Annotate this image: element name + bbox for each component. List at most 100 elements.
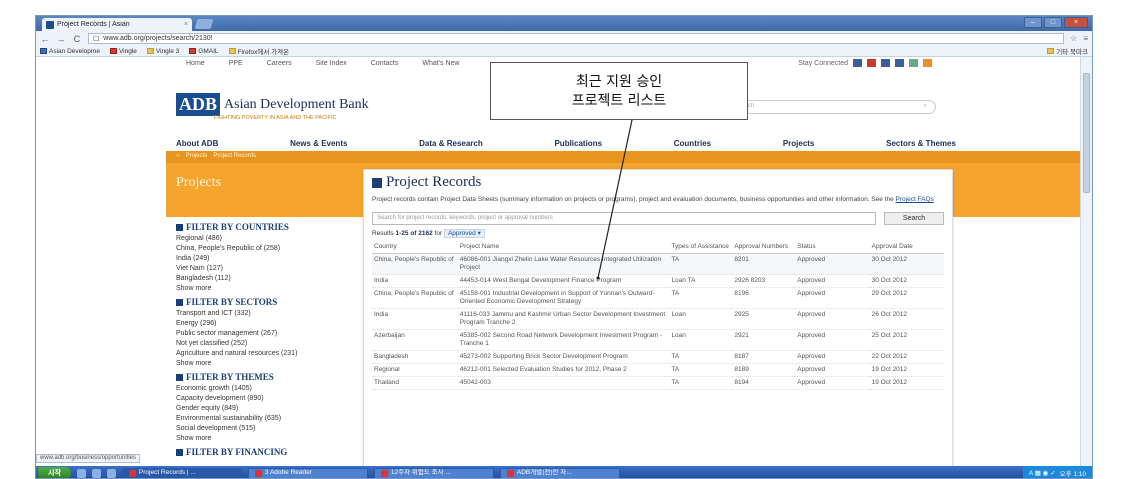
breadcrumb-item[interactable]: Projects bbox=[186, 153, 208, 159]
site-search-input[interactable]: Search ⌕ bbox=[726, 100, 936, 114]
tab-close-icon[interactable]: × bbox=[184, 21, 188, 28]
minimize-icon[interactable]: – bbox=[1024, 17, 1042, 28]
annotation-callout: 최근 지원 승인 프로젝트 리스트 bbox=[490, 62, 748, 120]
nav-countries[interactable]: Countries bbox=[674, 139, 711, 148]
bookmark-item[interactable]: Firefox에서 가져온 bbox=[228, 46, 289, 56]
scrollbar-thumb[interactable] bbox=[1083, 73, 1090, 193]
bookmark-item[interactable]: GMAIL bbox=[189, 48, 219, 55]
browser-tab[interactable]: Project Records | Asian × bbox=[42, 18, 192, 31]
show-more-link[interactable]: Show more bbox=[176, 359, 376, 369]
bookmark-item[interactable]: Asian Developme bbox=[40, 48, 100, 55]
twitter-icon[interactable] bbox=[853, 59, 862, 67]
table-row[interactable]: Azerbaijan 45385-002 Second Road Network… bbox=[372, 329, 944, 351]
project-link[interactable]: 45042-003 bbox=[457, 376, 670, 390]
project-link[interactable]: 45158-001 Industrial Development in Supp… bbox=[457, 287, 670, 309]
tray-icons[interactable]: A ▦ ◉ ✓ bbox=[1029, 469, 1056, 477]
reload-icon[interactable]: C bbox=[72, 34, 82, 44]
col-type[interactable]: Types of Assistance bbox=[669, 241, 733, 254]
project-link[interactable]: 44453-014 West Bengal Development Financ… bbox=[457, 274, 670, 288]
bookmark-item[interactable]: Vingle 3 bbox=[146, 48, 179, 55]
util-link[interactable]: What's New bbox=[422, 60, 459, 67]
nav-news-events[interactable]: News & Events bbox=[290, 139, 347, 148]
nav-data-research[interactable]: Data & Research bbox=[419, 139, 483, 148]
col-country[interactable]: Country bbox=[372, 241, 458, 254]
filter-item[interactable]: Viet Nam (127) bbox=[176, 264, 376, 274]
blog-icon[interactable] bbox=[881, 59, 890, 67]
nav-projects[interactable]: Projects bbox=[783, 139, 815, 148]
quicklaunch-icon[interactable] bbox=[76, 468, 86, 478]
quicklaunch-icon[interactable] bbox=[106, 468, 116, 478]
table-row[interactable]: Bangladesh 45273-002 Supporting Brick Se… bbox=[372, 350, 944, 364]
table-row[interactable]: China, People's Republic of 45158-001 In… bbox=[372, 287, 944, 309]
util-link[interactable]: Site Index bbox=[316, 60, 347, 67]
show-more-link[interactable]: Show more bbox=[176, 434, 376, 444]
home-icon[interactable]: ⌂ bbox=[176, 153, 180, 159]
show-more-link[interactable]: Show more bbox=[176, 284, 376, 294]
filter-item[interactable]: China, People's Republic of (258) bbox=[176, 244, 376, 254]
filter-item[interactable]: Transport and ICT (332) bbox=[176, 309, 376, 319]
col-approval[interactable]: Approval Numbers bbox=[732, 241, 796, 254]
project-faqs-link[interactable]: Project FAQs bbox=[896, 196, 934, 203]
filter-item[interactable]: Social development (515) bbox=[176, 424, 376, 434]
maximize-icon[interactable]: □ bbox=[1044, 17, 1062, 28]
util-link[interactable]: PPE bbox=[229, 60, 243, 67]
start-button[interactable]: 시작 bbox=[38, 467, 71, 478]
rss-icon[interactable] bbox=[923, 59, 932, 67]
records-search-input[interactable]: Search for project records: keywords, pr… bbox=[372, 212, 876, 225]
filter-item[interactable]: Agriculture and natural resources (231) bbox=[176, 349, 376, 359]
project-link[interactable]: 46212-001 Selected Evaluation Studies fo… bbox=[457, 363, 670, 377]
util-link[interactable]: Careers bbox=[267, 60, 292, 67]
back-arrow-icon[interactable]: ← bbox=[40, 34, 50, 44]
search-button[interactable]: Search bbox=[884, 212, 944, 225]
close-window-icon[interactable]: × bbox=[1064, 17, 1088, 28]
col-date[interactable]: Approval Date bbox=[869, 241, 944, 254]
bookmark-item[interactable]: Vingle bbox=[109, 48, 137, 55]
filter-item[interactable]: Regional (486) bbox=[176, 234, 376, 244]
taskbar-item-document[interactable]: 12주차 위험도 조사 ... bbox=[373, 467, 494, 478]
quicklaunch-icon[interactable] bbox=[91, 468, 101, 478]
email-icon[interactable] bbox=[909, 59, 918, 67]
youtube-icon[interactable] bbox=[867, 59, 876, 67]
search-icon[interactable]: ⌕ bbox=[924, 103, 927, 111]
star-icon[interactable]: ☆ bbox=[1070, 34, 1077, 43]
taskbar-item-browser[interactable]: Project Records | ... bbox=[121, 467, 242, 478]
vertical-scrollbar[interactable] bbox=[1080, 57, 1092, 466]
util-link[interactable]: Home bbox=[186, 60, 205, 67]
filter-item[interactable]: Environmental sustainability (635) bbox=[176, 414, 376, 424]
new-tab-button[interactable] bbox=[194, 19, 214, 29]
taskbar-item-reader[interactable]: 3 Adobe Reader bbox=[247, 467, 368, 478]
nav-publications[interactable]: Publications bbox=[554, 139, 602, 148]
filter-item[interactable]: Bangladesh (112) bbox=[176, 274, 376, 284]
adb-logo[interactable]: ADB Asian Development Bank FIGHTING POVE… bbox=[176, 93, 369, 121]
project-link[interactable]: 45273-002 Supporting Brick Sector Develo… bbox=[457, 350, 670, 364]
table-row[interactable]: Thailand 45042-003 TA 8194 Approved 19 O… bbox=[372, 376, 944, 390]
filter-item[interactable]: Economic growth (1405) bbox=[176, 384, 376, 394]
col-project-name[interactable]: Project Name bbox=[457, 241, 670, 254]
url-input[interactable]: ☐ www.adb.org/projects/search/2130! bbox=[88, 33, 1065, 44]
filter-item[interactable]: India (249) bbox=[176, 254, 376, 264]
forward-arrow-icon[interactable]: → bbox=[56, 34, 66, 44]
nav-about-adb[interactable]: About ADB bbox=[176, 139, 218, 148]
table-row[interactable]: China, People's Republic of 46086-001 Ji… bbox=[372, 253, 944, 275]
filter-heading: FILTER BY SECTORS bbox=[186, 297, 278, 307]
filter-item[interactable]: Public sector management (267) bbox=[176, 329, 376, 339]
chrome-icon bbox=[128, 469, 136, 477]
project-link[interactable]: 45385-002 Second Road Network Developmen… bbox=[457, 329, 670, 351]
col-status[interactable]: Status bbox=[795, 241, 870, 254]
project-link[interactable]: 46086-001 Jiangxi Zhelin Lake Water Reso… bbox=[457, 253, 670, 275]
filter-item[interactable]: Not yet classified (252) bbox=[176, 339, 376, 349]
other-bookmarks[interactable]: 기타 북마크 bbox=[1047, 46, 1088, 56]
menu-icon[interactable]: ≡ bbox=[1083, 34, 1088, 43]
filter-item[interactable]: Capacity development (890) bbox=[176, 394, 376, 404]
table-row[interactable]: India 44453-014 West Bengal Development … bbox=[372, 274, 944, 288]
filter-item[interactable]: Energy (296) bbox=[176, 319, 376, 329]
table-row[interactable]: India 41116-033 Jammu and Kashmir Urban … bbox=[372, 308, 944, 330]
facebook-icon[interactable] bbox=[895, 59, 904, 67]
table-row[interactable]: Regional 46212-001 Selected Evaluation S… bbox=[372, 363, 944, 377]
nav-sectors-themes[interactable]: Sectors & Themes bbox=[886, 139, 956, 148]
project-link[interactable]: 41116-033 Jammu and Kashmir Urban Sector… bbox=[457, 308, 670, 330]
util-link[interactable]: Contacts bbox=[371, 60, 399, 67]
taskbar-item-document[interactable]: ADB개발(전)안 자... bbox=[499, 467, 620, 478]
filter-item[interactable]: Gender equity (849) bbox=[176, 404, 376, 414]
status-filter-select[interactable]: Approved ▾ bbox=[443, 229, 485, 238]
